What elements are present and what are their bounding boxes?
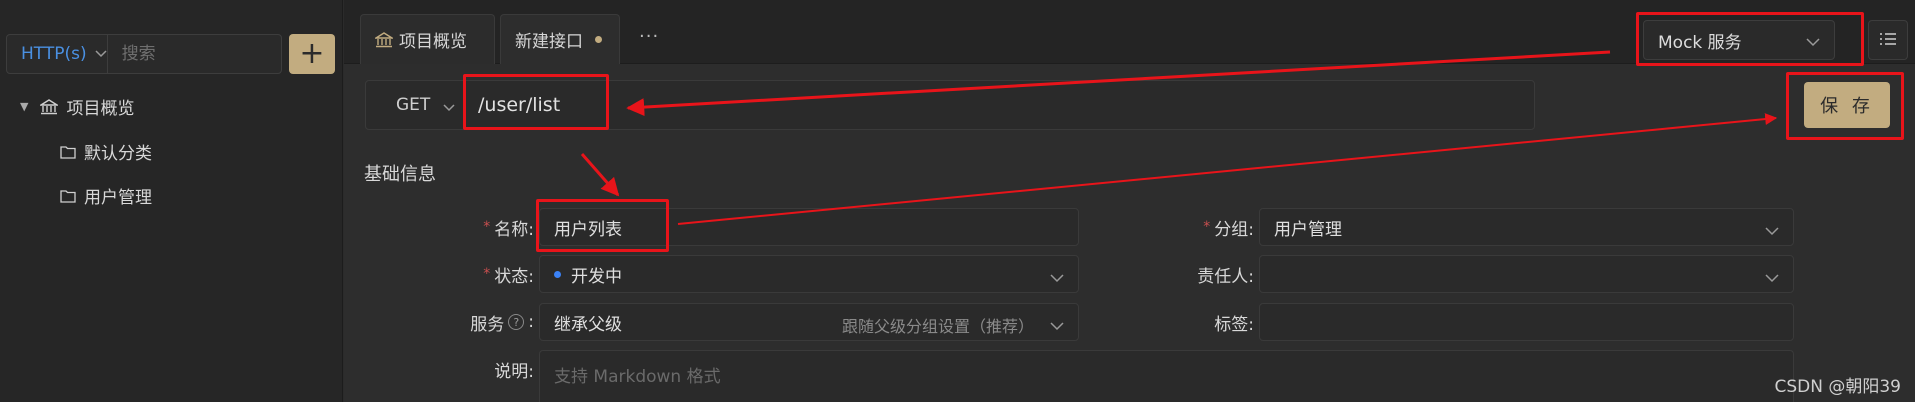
group-value: 用户管理: [1274, 219, 1342, 240]
service-value: 继承父级: [554, 314, 622, 335]
group-select[interactable]: 用户管理: [1259, 208, 1794, 246]
service-label: 服务 ? :: [404, 303, 534, 341]
required-mark: *: [483, 266, 491, 282]
help-icon[interactable]: ?: [508, 314, 525, 330]
tree-item-label: 项目概览: [66, 99, 135, 119]
tree-item-label: 默认分类: [84, 144, 152, 164]
name-label-text: 名称:: [494, 219, 534, 240]
sidebar-search-bar: HTTP(s): [6, 34, 341, 74]
tree-item-project-overview[interactable]: ▼ 项目概览: [20, 94, 134, 119]
tree-item-label: 用户管理: [84, 188, 152, 208]
status-value: 开发中: [571, 266, 622, 287]
tree-item-user-management[interactable]: 用户管理: [60, 183, 152, 208]
bank-icon: [40, 98, 59, 115]
http-method-label: GET: [396, 95, 431, 115]
request-row: GET: [365, 80, 1535, 130]
tab-new-interface[interactable]: 新建接口: [500, 14, 620, 64]
service-hint: 跟随父级分组设置（推荐）: [841, 317, 1034, 336]
main-panel: 项目概览 新建接口 ··· Mock 服务 GET 保 存 基础信息: [344, 0, 1915, 402]
description-input-field[interactable]: [554, 366, 1793, 387]
section-title: 基础信息: [364, 164, 436, 185]
sidebar: HTTP(s) + ▼ 项目概览 默认分类 用户管理: [0, 0, 343, 402]
save-button[interactable]: 保 存: [1804, 82, 1890, 128]
service-select[interactable]: 继承父级 跟随父级分组设置（推荐）: [539, 303, 1079, 341]
tab-project-overview[interactable]: 项目概览: [360, 14, 495, 64]
required-mark: *: [483, 219, 491, 235]
chevron-down-icon: [1765, 268, 1779, 288]
folder-icon: [60, 189, 76, 203]
chevron-down-icon: [443, 97, 455, 117]
unsaved-dot: [595, 36, 602, 43]
tab-label: 新建接口: [515, 32, 583, 52]
watermark: CSDN @朝阳39: [1774, 377, 1901, 397]
tab-bar: 项目概览 新建接口 ··· Mock 服务: [344, 0, 1915, 64]
protocol-label: HTTP(s): [21, 44, 87, 64]
status-select[interactable]: 开发中: [539, 255, 1079, 293]
name-input[interactable]: [539, 208, 1079, 246]
tags-input[interactable]: [1259, 303, 1794, 341]
description-input[interactable]: [539, 350, 1794, 402]
add-button[interactable]: +: [289, 34, 335, 74]
url-input[interactable]: [464, 81, 1534, 129]
group-label: * 分组:: [1164, 208, 1254, 246]
tags-label: 标签:: [1214, 314, 1254, 335]
owner-select[interactable]: [1259, 255, 1794, 293]
owner-label: 责任人:: [1197, 266, 1254, 287]
protocol-select[interactable]: HTTP(s): [7, 35, 108, 73]
bank-icon: [375, 31, 393, 48]
name-label: * 名称:: [444, 208, 534, 246]
mock-service-label: Mock 服务: [1658, 32, 1742, 53]
service-label-colon: :: [528, 312, 534, 332]
tab-label: 项目概览: [399, 32, 467, 52]
mock-service-select[interactable]: Mock 服务: [1643, 20, 1835, 60]
list-menu-button[interactable]: [1868, 20, 1908, 60]
description-label: 说明:: [494, 361, 534, 382]
folder-icon: [60, 145, 76, 159]
tree-item-default-category[interactable]: 默认分类: [60, 139, 152, 164]
status-label-text: 状态:: [494, 266, 534, 287]
chevron-down-icon: [1050, 316, 1064, 336]
caret-down-icon[interactable]: ▼: [20, 100, 28, 113]
status-dot: [554, 270, 561, 278]
service-label-text: 服务: [470, 314, 505, 335]
list-icon: [1879, 31, 1897, 50]
chevron-down-icon: [1765, 221, 1779, 241]
chevron-down-icon: [1806, 32, 1820, 52]
name-input-field[interactable]: [554, 217, 1078, 237]
http-method-select[interactable]: GET: [366, 81, 464, 129]
status-label: * 状态:: [444, 255, 534, 293]
chevron-down-icon: [95, 47, 107, 61]
more-tabs-button[interactable]: ···: [639, 26, 659, 47]
group-label-text: 分组:: [1214, 219, 1254, 240]
required-mark: *: [1203, 219, 1211, 235]
chevron-down-icon: [1050, 268, 1064, 288]
